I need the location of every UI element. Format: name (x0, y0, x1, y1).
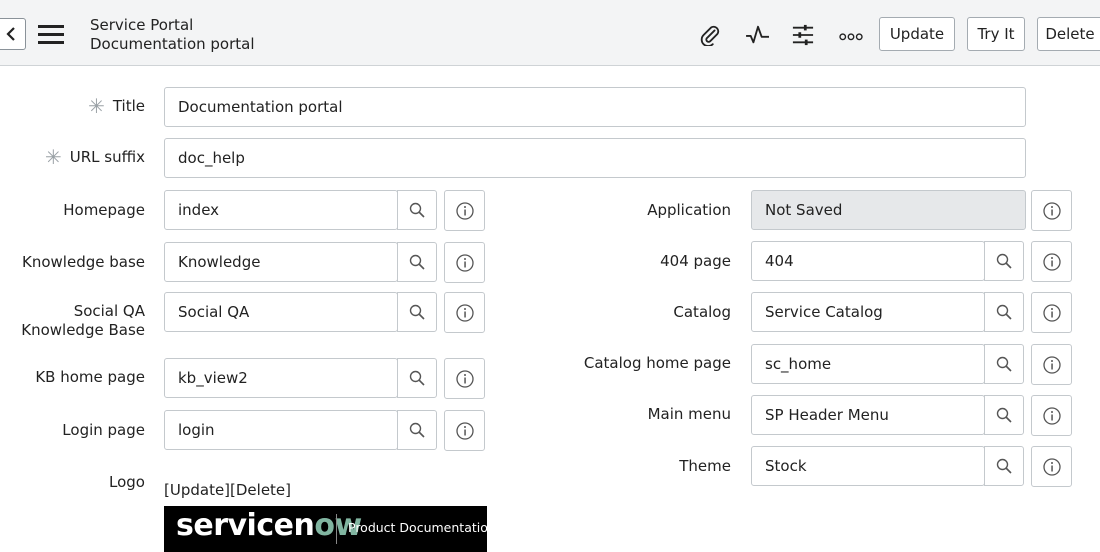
info-icon (1042, 201, 1061, 220)
search-icon (409, 254, 425, 270)
social-qa-kb-input[interactable]: Social QA (164, 292, 398, 332)
homepage-info-button[interactable] (444, 190, 485, 231)
more-icon[interactable] (838, 24, 864, 46)
activity-icon[interactable] (744, 24, 772, 46)
catalog-label: Catalog (673, 303, 731, 321)
info-icon (1042, 406, 1061, 425)
homepage-input[interactable]: index (164, 190, 398, 230)
logo-update-delete-links[interactable]: [Update][Delete] (164, 481, 291, 499)
social-qa-kb-lookup-button[interactable] (397, 292, 437, 332)
application-info-button[interactable] (1031, 190, 1072, 231)
knowledge-base-label: Knowledge base (22, 253, 145, 271)
update-button[interactable]: Update (879, 17, 955, 51)
homepage-lookup-button[interactable] (397, 190, 437, 230)
info-icon (1042, 252, 1061, 271)
search-icon (996, 356, 1012, 372)
info-icon (455, 369, 474, 388)
kb-home-page-lookup-button[interactable] (397, 358, 437, 398)
page-404-input[interactable]: 404 (751, 241, 985, 281)
try-it-button[interactable]: Try It (967, 17, 1025, 51)
kb-home-page-info-button[interactable] (444, 358, 485, 399)
catalog-info-button[interactable] (1031, 292, 1072, 333)
search-icon (409, 304, 425, 320)
info-icon (455, 253, 474, 272)
catalog-home-page-label: Catalog home page (583, 354, 731, 372)
logo-wordmark: servicenow (176, 508, 362, 543)
main-menu-input[interactable]: SP Header Menu (751, 395, 985, 435)
catalog-home-page-lookup-button[interactable] (984, 344, 1024, 384)
login-page-label: Login page (62, 421, 145, 439)
info-icon (455, 303, 474, 322)
search-icon (409, 370, 425, 386)
kb-home-page-input[interactable]: kb_view2 (164, 358, 398, 398)
knowledge-base-input[interactable]: Knowledge (164, 242, 398, 282)
url-suffix-label: ✳ URL suffix (45, 145, 145, 169)
info-icon (455, 421, 474, 440)
theme-info-button[interactable] (1031, 446, 1072, 487)
catalog-lookup-button[interactable] (984, 292, 1024, 332)
back-icon (6, 27, 15, 41)
search-icon (996, 253, 1012, 269)
sliders-icon[interactable] (790, 24, 816, 46)
logo-image: servicenow Product Documentation (164, 506, 496, 552)
search-icon (409, 202, 425, 218)
main-menu-lookup-button[interactable] (984, 395, 1024, 435)
search-icon (996, 407, 1012, 423)
social-qa-kb-label: Social QA Knowledge Base (21, 302, 145, 339)
main-menu-label: Main menu (647, 405, 731, 423)
logo-label: Logo (109, 473, 145, 491)
catalog-home-page-input[interactable]: sc_home (751, 344, 985, 384)
kb-home-page-label: KB home page (35, 368, 145, 386)
login-page-info-button[interactable] (444, 410, 485, 451)
theme-lookup-button[interactable] (984, 446, 1024, 486)
info-icon (455, 201, 474, 220)
homepage-label: Homepage (63, 201, 145, 219)
catalog-input[interactable]: Service Catalog (751, 292, 985, 332)
title-label: ✳ Title (88, 94, 145, 118)
info-icon (1042, 355, 1061, 374)
menu-icon[interactable] (38, 24, 68, 44)
main-menu-info-button[interactable] (1031, 395, 1072, 436)
record-display-name: Documentation portal (90, 35, 255, 53)
page-404-label: 404 page (660, 252, 731, 270)
paperclip-icon[interactable] (698, 24, 722, 46)
page-404-info-button[interactable] (1031, 241, 1072, 282)
theme-input[interactable]: Stock (751, 446, 985, 486)
login-page-lookup-button[interactable] (397, 410, 437, 450)
search-icon (996, 458, 1012, 474)
required-icon: ✳ (45, 145, 62, 169)
catalog-home-page-info-button[interactable] (1031, 344, 1072, 385)
search-icon (409, 422, 425, 438)
social-qa-kb-info-button[interactable] (444, 292, 485, 333)
back-button[interactable] (0, 18, 26, 50)
record-type-title: Service Portal (90, 16, 194, 34)
application-label: Application (647, 201, 731, 219)
form-header: Service Portal Documentation portal Upda… (0, 0, 1100, 66)
knowledge-base-info-button[interactable] (444, 242, 485, 283)
logo-divider (336, 514, 337, 544)
url-suffix-input[interactable]: doc_help (164, 138, 1026, 178)
page-404-lookup-button[interactable] (984, 241, 1024, 281)
required-icon: ✳ (88, 94, 105, 118)
info-icon (1042, 457, 1061, 476)
theme-label: Theme (679, 457, 731, 475)
knowledge-base-lookup-button[interactable] (397, 242, 437, 282)
info-icon (1042, 303, 1061, 322)
delete-button[interactable]: Delete (1037, 17, 1100, 51)
search-icon (996, 304, 1012, 320)
title-input[interactable]: Documentation portal (164, 87, 1026, 127)
login-page-input[interactable]: login (164, 410, 398, 450)
logo-caption: Product Documentation (348, 520, 496, 535)
application-field: Not Saved (751, 190, 1026, 230)
